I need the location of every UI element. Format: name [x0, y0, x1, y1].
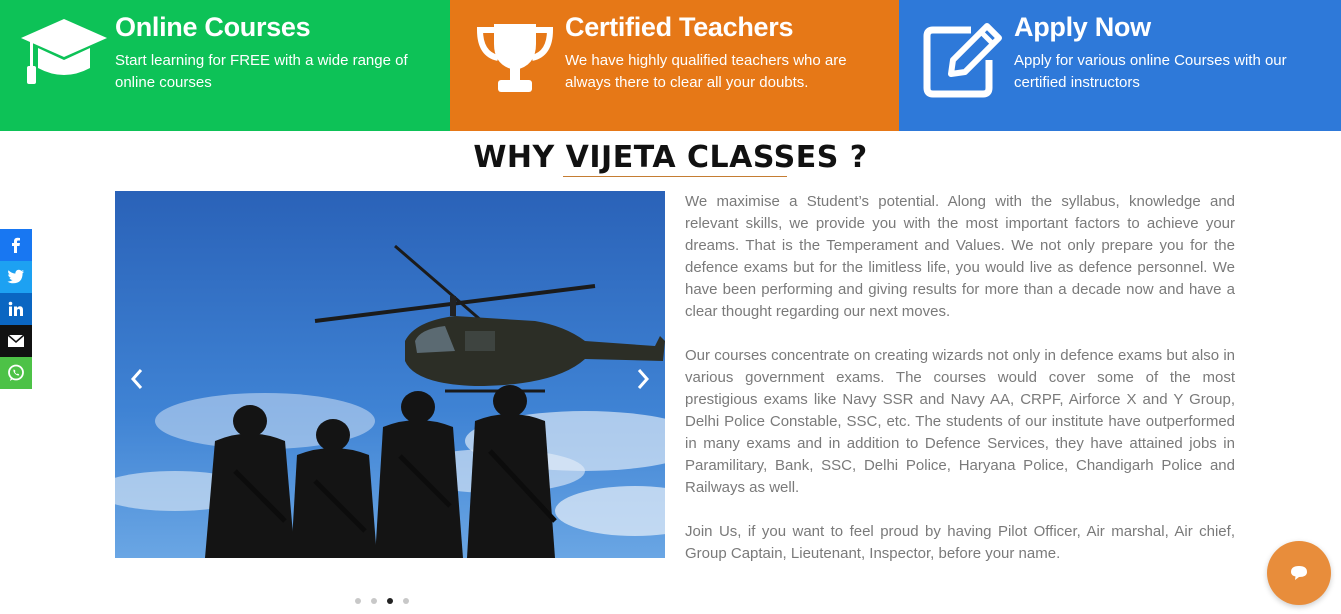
feature-title: Apply Now: [1014, 12, 1151, 42]
feature-title: Online Courses: [115, 12, 311, 42]
feature-title: Certified Teachers: [565, 12, 794, 42]
carousel-slide-image: [115, 191, 665, 558]
chat-button[interactable]: [1267, 541, 1331, 605]
feature-text: We have highly qualified teachers who ar…: [565, 52, 847, 91]
carousel-dot[interactable]: [355, 598, 361, 604]
linkedin-icon[interactable]: [0, 293, 32, 325]
why-text: We maximise a Student’s potential. Along…: [685, 191, 1235, 587]
carousel-next-button[interactable]: [633, 367, 653, 391]
carousel-dot-active[interactable]: [387, 598, 393, 604]
carousel-dot[interactable]: [403, 598, 409, 604]
twitter-icon[interactable]: [0, 261, 32, 293]
chat-icon: [1291, 566, 1307, 580]
paragraph: Join Us, if you want to feel proud by ha…: [685, 523, 1235, 562]
paragraph: Our courses concentrate on creating wiza…: [685, 347, 1235, 496]
section-title: WHY VIJETA CLASSES ?: [473, 140, 868, 175]
feature-online-courses: Online Courses Start learning for FREE w…: [0, 0, 450, 131]
chevron-right-icon: [637, 369, 650, 389]
feature-banner: Online Courses Start learning for FREE w…: [0, 0, 1341, 131]
carousel-indicators: [355, 598, 409, 604]
feature-text: Apply for various online Courses with ou…: [1014, 52, 1287, 91]
feature-certified-teachers: Certified Teachers We have highly qualif…: [450, 0, 899, 131]
social-share-bar: [0, 229, 32, 389]
email-icon[interactable]: [0, 325, 32, 357]
facebook-icon[interactable]: [0, 229, 32, 261]
graduation-cap-icon: [20, 16, 108, 93]
trophy-icon: [474, 16, 556, 103]
carousel-dot[interactable]: [371, 598, 377, 604]
carousel-prev-button[interactable]: [127, 367, 147, 391]
chevron-left-icon: [130, 369, 143, 389]
paragraph: We maximise a Student’s potential. Along…: [685, 193, 1235, 320]
feature-apply-now[interactable]: Apply Now Apply for various online Cours…: [899, 0, 1341, 131]
title-underline: [563, 176, 787, 177]
edit-icon: [923, 20, 1005, 103]
whatsapp-icon[interactable]: [0, 357, 32, 389]
feature-text: Start learning for FREE with a wide rang…: [115, 52, 408, 91]
image-carousel[interactable]: [115, 191, 665, 558]
